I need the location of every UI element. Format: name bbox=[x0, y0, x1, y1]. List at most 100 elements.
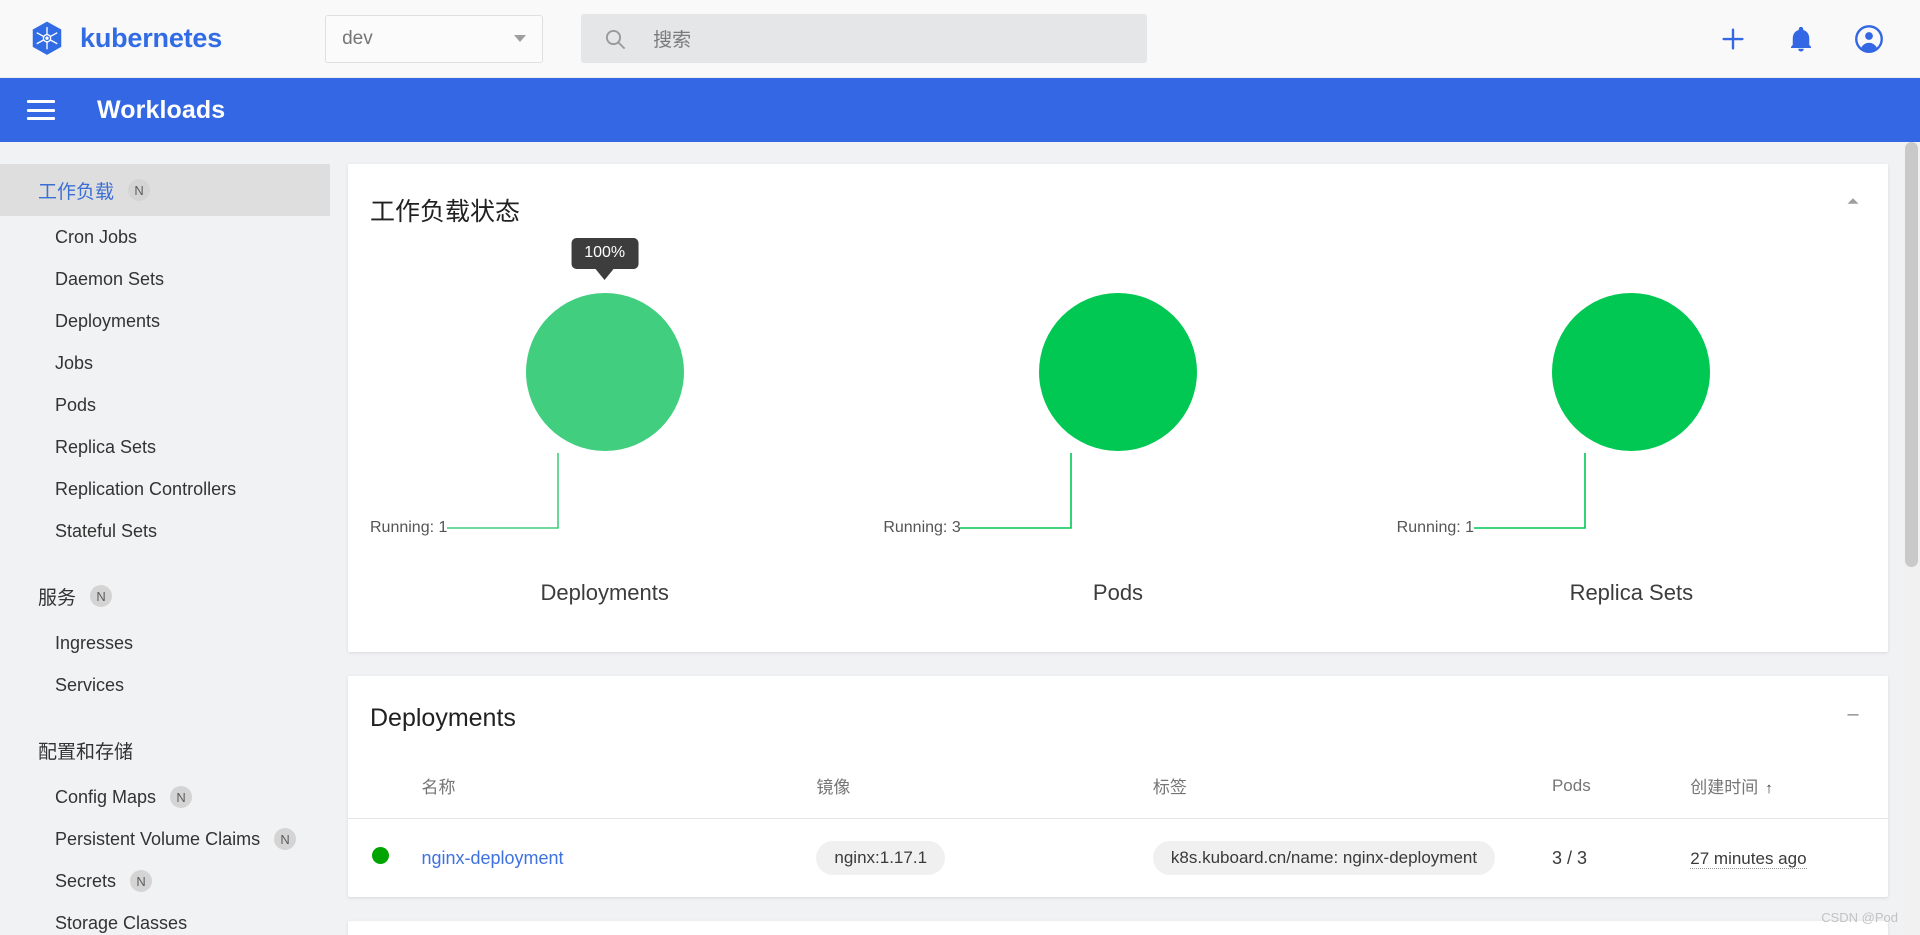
hamburger-menu-icon[interactable] bbox=[27, 100, 55, 120]
status-badge bbox=[372, 847, 389, 864]
page-header: Workloads bbox=[0, 78, 1920, 142]
topbar-actions bbox=[1718, 24, 1884, 54]
chevron-down-icon bbox=[514, 35, 527, 42]
table-header-row: 名称 镜像 标签 Pods 创建时间 ↑ bbox=[348, 759, 1888, 819]
chevron-up-icon[interactable] bbox=[1842, 190, 1864, 212]
cell-pods: 3 / 3 bbox=[1551, 847, 1587, 868]
plus-icon[interactable] bbox=[1718, 24, 1748, 54]
sidebar-item-label: Persistent Volume Claims bbox=[55, 828, 261, 849]
sidebar-divider bbox=[0, 706, 330, 724]
sidebar-item-label: Cron Jobs bbox=[55, 226, 138, 247]
bubble-wrap: 100% Running: 1 bbox=[348, 238, 861, 568]
table-row[interactable]: nginx-deployment nginx:1.17.1 k8s.kuboar… bbox=[348, 819, 1888, 898]
chart-leader-label: Running: 3 bbox=[883, 519, 961, 536]
sidebar-item-label: Storage Classes bbox=[55, 912, 188, 933]
table-body: nginx-deployment nginx:1.17.1 k8s.kuboar… bbox=[348, 819, 1888, 898]
table-header: 名称 镜像 标签 Pods 创建时间 ↑ bbox=[348, 759, 1888, 819]
sidebar-group-workloads[interactable]: 工作负载 N bbox=[0, 164, 330, 216]
sidebar-item-persistent-volume-claims[interactable]: Persistent Volume Claims N bbox=[0, 818, 330, 860]
pods-card: Pods bbox=[348, 921, 1888, 935]
card-title: Deployments bbox=[370, 704, 516, 732]
search-input-placeholder[interactable]: 搜索 bbox=[653, 25, 691, 52]
namespace-badge: N bbox=[170, 786, 193, 808]
namespace-badge: N bbox=[130, 870, 153, 892]
sidebar-item-storage-classes[interactable]: Storage Classes bbox=[0, 902, 330, 935]
sidebar-item-label: Services bbox=[55, 674, 125, 695]
sidebar-item-label: Ingresses bbox=[55, 632, 134, 653]
vertical-scrollbar-thumb[interactable] bbox=[1905, 142, 1918, 567]
sidebar-item-cron-jobs[interactable]: Cron Jobs bbox=[0, 216, 330, 258]
bubble-wrap: Running: 1 bbox=[1375, 238, 1888, 568]
top-bar: kubernetes dev 搜索 bbox=[0, 0, 1920, 78]
card-title: Pods bbox=[348, 921, 1888, 935]
sidebar-item-replication-controllers[interactable]: Replication Controllers bbox=[0, 468, 330, 510]
sidebar-group-label: 配置和存储 bbox=[38, 741, 134, 763]
bubble-wrap: Running: 3 bbox=[861, 238, 1374, 568]
chart-label: Replica Sets bbox=[1569, 580, 1694, 605]
cell-label: k8s.kuboard.cn/name: nginx-deployment bbox=[1152, 819, 1552, 898]
workload-status-card: 工作负载状态 100% Running: 1 Deployments Runni… bbox=[348, 164, 1888, 652]
namespace-badge: N bbox=[274, 828, 297, 850]
column-header-created-time-label: 创建时间 bbox=[1690, 778, 1759, 797]
sidebar-item-services[interactable]: Services bbox=[0, 664, 330, 706]
sidebar-group-config-storage[interactable]: 配置和存储 bbox=[0, 724, 330, 776]
chart-tooltip: 100% bbox=[571, 238, 639, 269]
page-title: Workloads bbox=[97, 95, 226, 124]
sidebar-item-replica-sets[interactable]: Replica Sets bbox=[0, 426, 330, 468]
brand-name: kubernetes bbox=[80, 23, 223, 53]
chart-label: Deployments bbox=[540, 580, 669, 605]
column-header-label[interactable]: 标签 bbox=[1152, 759, 1552, 819]
sidebar-item-label: Jobs bbox=[55, 352, 94, 373]
cell-name: nginx-deployment bbox=[421, 819, 816, 898]
sidebar-item-label: Secrets bbox=[55, 870, 117, 891]
column-header-status[interactable] bbox=[348, 759, 422, 819]
pie-slice-running[interactable] bbox=[1038, 293, 1197, 451]
sidebar-item-pods[interactable]: Pods bbox=[0, 384, 330, 426]
brand-logo-area[interactable]: kubernetes bbox=[28, 20, 222, 58]
account-circle-icon[interactable] bbox=[1854, 24, 1884, 54]
sidebar-navigation[interactable]: 工作负载 N Cron Jobs Daemon Sets Deployments… bbox=[0, 142, 330, 935]
sidebar-item-label: Daemon Sets bbox=[55, 268, 165, 289]
main-content: 工作负载状态 100% Running: 1 Deployments Runni… bbox=[330, 142, 1920, 935]
pie-slice-running[interactable] bbox=[525, 293, 684, 451]
chart-leader-label: Running: 1 bbox=[1396, 519, 1475, 536]
sidebar-group-label: 工作负载 bbox=[38, 181, 115, 203]
image-chip: nginx:1.17.1 bbox=[816, 841, 946, 875]
time-ago-text: 27 minutes ago bbox=[1690, 848, 1807, 869]
deployment-name-link[interactable]: nginx-deployment bbox=[421, 848, 563, 868]
column-header-pods[interactable]: Pods bbox=[1551, 759, 1691, 819]
sidebar-item-label: Stateful Sets bbox=[55, 520, 158, 541]
column-header-name[interactable]: 名称 bbox=[421, 759, 817, 819]
namespace-select-value: dev bbox=[342, 27, 373, 49]
column-header-image[interactable]: 镜像 bbox=[816, 759, 1153, 819]
sidebar-item-ingresses[interactable]: Ingresses bbox=[0, 622, 330, 664]
card-title: 工作负载状态 bbox=[370, 198, 521, 226]
workload-status-charts: 100% Running: 1 Deployments Running: 3 P… bbox=[348, 228, 1888, 628]
bell-icon[interactable] bbox=[1786, 24, 1816, 54]
deployments-card: Deployments 名称 镜像 标签 Pods 创建时间 ↑ nginx-d… bbox=[348, 676, 1888, 897]
namespace-badge: N bbox=[128, 179, 151, 201]
sidebar-item-deployments[interactable]: Deployments bbox=[0, 300, 330, 342]
sidebar-item-label: Deployments bbox=[55, 310, 161, 331]
chart-label: Pods bbox=[1092, 580, 1144, 605]
sidebar-item-jobs[interactable]: Jobs bbox=[0, 342, 330, 384]
sidebar-item-stateful-sets[interactable]: Stateful Sets bbox=[0, 510, 330, 552]
cell-created-time: 27 minutes ago bbox=[1690, 819, 1888, 898]
chart-deployments[interactable]: 100% Running: 1 Deployments bbox=[348, 238, 861, 628]
chart-replica-sets[interactable]: Running: 1 Replica Sets bbox=[1375, 238, 1888, 628]
sidebar-item-config-maps[interactable]: Config Maps N bbox=[0, 776, 330, 818]
namespace-select[interactable]: dev bbox=[325, 14, 544, 63]
sidebar-group-label: 服务 bbox=[38, 587, 77, 609]
search-box[interactable]: 搜索 bbox=[581, 14, 1148, 63]
vertical-scrollbar-track[interactable] bbox=[1903, 142, 1920, 935]
chart-leader-label: Running: 1 bbox=[370, 519, 448, 536]
pie-slice-running[interactable] bbox=[1552, 293, 1711, 451]
sort-ascending-icon: ↑ bbox=[1765, 780, 1773, 797]
sidebar-item-daemon-sets[interactable]: Daemon Sets bbox=[0, 258, 330, 300]
sidebar-item-secrets[interactable]: Secrets N bbox=[0, 860, 330, 902]
chart-pods[interactable]: Running: 3 Pods bbox=[861, 238, 1374, 628]
kubernetes-helm-logo-icon bbox=[32, 21, 62, 55]
column-header-created-time[interactable]: 创建时间 ↑ bbox=[1690, 759, 1888, 819]
chevron-up-icon[interactable] bbox=[1842, 702, 1864, 724]
sidebar-group-services[interactable]: 服务 N bbox=[0, 570, 330, 622]
